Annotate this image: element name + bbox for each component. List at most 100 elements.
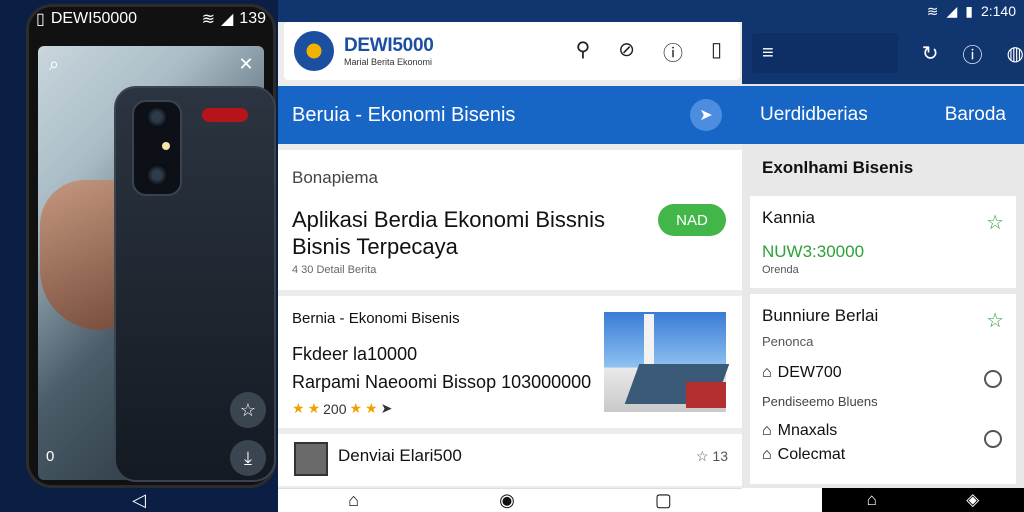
app-logo (294, 31, 334, 71)
square-icon[interactable]: ▢ (655, 490, 672, 511)
close-icon[interactable]: ✕ (236, 54, 256, 74)
back-icon[interactable]: ◁ (132, 490, 146, 511)
article-card[interactable]: Bernia - Ekonomi Bisenis Fkdeer la10000 … (278, 296, 742, 428)
star-icon: ★ (307, 400, 321, 416)
battery-icon: ▮ (965, 2, 973, 19)
card2-row-1[interactable]: ⌂ DEW700 (762, 364, 842, 382)
star-icon: ☆ (239, 399, 257, 420)
featured-headline[interactable]: Aplikasi Berdia Ekonomi Bissnis Bisnis T… (292, 206, 652, 260)
eye-icon[interactable]: ◈ (966, 490, 979, 510)
featured-card[interactable]: Bonapiema Aplikasi Berdia Ekonomi Bissni… (278, 150, 742, 290)
star-icon: ★ (349, 400, 363, 416)
card2-row-2[interactable]: ⌂ Mnaxals (762, 422, 837, 440)
info-icon[interactable]: ⓘ (963, 39, 983, 68)
right-header: ≡ ↻ ⓘ ◍ (742, 22, 1024, 84)
card2-title: Bunniure Berlai (762, 306, 879, 325)
star-icon: ★ (292, 400, 305, 416)
compass-icon[interactable]: ⊘ (618, 37, 635, 66)
right-section-title: Exonlhami Bisenis (762, 158, 914, 177)
app-header: DEWI5000 Marial Berita Ekonomi ⚲ ⊘ ⓘ ▯ (284, 22, 740, 80)
right-bar-right[interactable]: Baroda (945, 104, 1006, 126)
screen-root: ▯ DEWI50000 ≋ ◢ 139 ⌕ ✕ ☆ ⤓ 0 ◁ DEWI5000… (0, 0, 1024, 512)
home-icon[interactable]: ⌂ (348, 490, 359, 511)
card2-sub: Penonca (762, 334, 814, 349)
article-rating: ★ ★ 200 ★ ★ ➤ (292, 400, 392, 417)
right-status-bar: ≋ ◢ ▮ 2:140 (742, 0, 1024, 22)
menu-icon: ≡ (762, 41, 774, 64)
featured-section: Bonapiema (292, 168, 379, 187)
lock-icon: ⌂ (762, 446, 772, 463)
radio-button[interactable] (984, 430, 1002, 448)
middle-top-strip (278, 0, 742, 22)
rating-text: 200 (323, 400, 347, 417)
time-label: 139 (239, 10, 266, 27)
search-icon[interactable]: ⌕ (44, 54, 64, 74)
lens-icon (146, 164, 168, 186)
signal-icon: ◢ (946, 2, 958, 19)
battery-icon: ▯ (36, 11, 45, 28)
card2-row-1-sub: Pendiseemo Bluens (762, 394, 878, 409)
lens-icon (146, 106, 168, 128)
card1-sub: Orenda (762, 264, 799, 276)
brand: DEWI5000 Marial Berita Ekonomi (344, 35, 434, 67)
list-item-name: Denviai Elari500 (338, 446, 462, 465)
refresh-icon[interactable]: ↻ (922, 41, 939, 66)
globe-icon[interactable]: ◍ (1007, 41, 1024, 66)
download-icon: ⤓ (244, 447, 252, 468)
record-icon[interactable]: ◉ (499, 490, 515, 511)
star-icon: ★ (365, 400, 378, 416)
user-icon[interactable]: ⚲ (576, 37, 591, 66)
right-nav-dark: ⌂ ◈ (822, 488, 1024, 512)
right-nav-bar: ⌂ ◈ (742, 488, 1024, 512)
left-bottom-text: 0 (46, 448, 55, 465)
left-panel: ▯ DEWI50000 ≋ ◢ 139 ⌕ ✕ ☆ ⤓ 0 ◁ (0, 0, 278, 512)
card1-title: Kannia (762, 208, 815, 227)
middle-panel: DEWI5000 Marial Berita Ekonomi ⚲ ⊘ ⓘ ▯ B… (278, 0, 742, 512)
article-title: Bernia - Ekonomi Bisenis (292, 310, 460, 327)
article-line-1: Fkdeer la10000 (292, 344, 418, 364)
left-nav-bar: ◁ (0, 488, 278, 512)
right-card-2[interactable]: Bunniure Berlai Penonca ☆ ⌂ DEW700 Pendi… (750, 294, 1016, 484)
pin-button[interactable]: ➤ (690, 99, 722, 131)
article-thumbnail[interactable] (604, 312, 730, 412)
featured-meta: 4 30 Detail Berita (292, 264, 377, 276)
brand-subtitle: Marial Berita Ekonomi (344, 57, 433, 67)
signal-icon: ◢ (220, 11, 234, 28)
article-line-2: Rarpami Naeoomi Bissop 103000000 (292, 372, 592, 392)
red-building-shape (686, 382, 726, 408)
brand-badge (202, 108, 248, 122)
info-icon[interactable]: ⓘ (663, 37, 683, 66)
phone-icon[interactable]: ▯ (711, 37, 722, 66)
right-category-bar: Uerdidberias Baroda (742, 86, 1024, 144)
home-icon[interactable]: ⌂ (867, 490, 877, 510)
home-icon: ⌂ (762, 422, 772, 439)
star-icon[interactable]: ☆ (986, 210, 1004, 235)
star-icon: ☆ (695, 448, 713, 464)
pin-icon: ➤ (699, 107, 713, 124)
left-status-bar: ▯ DEWI50000 ≋ ◢ 139 (36, 8, 266, 30)
list-item[interactable]: Denviai Elari500 ☆ 13 (278, 434, 742, 486)
radio-button[interactable] (984, 370, 1002, 388)
card2-row-3[interactable]: ⌂ Colecmat (762, 446, 845, 464)
brand-name: DEWI5000 (344, 35, 434, 56)
right-bar-left[interactable]: Uerdidberias (760, 104, 868, 126)
download-button[interactable]: ⤓ (230, 440, 266, 476)
right-time: 2:140 (980, 3, 1016, 19)
right-panel: ≋ ◢ ▮ 2:140 ≡ ↻ ⓘ ◍ Uerdidberias Baroda … (742, 0, 1024, 512)
menu-button[interactable]: ≡ (752, 33, 898, 73)
wifi-icon: ≋ (926, 2, 939, 19)
category-bar: Beruia - Ekonomi Bisenis ➤ (278, 86, 742, 144)
middle-nav-bar: ⌂ ◉ ▢ (278, 488, 742, 512)
star-icon[interactable]: ☆ (986, 308, 1004, 333)
home-icon: ⌂ (762, 364, 772, 381)
list-item-count: ☆ 13 (695, 448, 728, 464)
avatar (294, 442, 328, 476)
card1-value: NUW3:30000 (762, 242, 865, 261)
right-card-1[interactable]: Kannia NUW3:30000 Orenda ☆ (750, 196, 1016, 288)
header-icons: ⚲ ⊘ ⓘ ▯ (576, 37, 722, 66)
pin-icon: ➤ (380, 400, 393, 416)
star-button[interactable]: ☆ (230, 392, 266, 428)
status-badge[interactable]: NAD (658, 204, 726, 236)
wifi-icon: ≋ (201, 11, 215, 28)
carrier-label: DEWI50000 (50, 10, 138, 27)
